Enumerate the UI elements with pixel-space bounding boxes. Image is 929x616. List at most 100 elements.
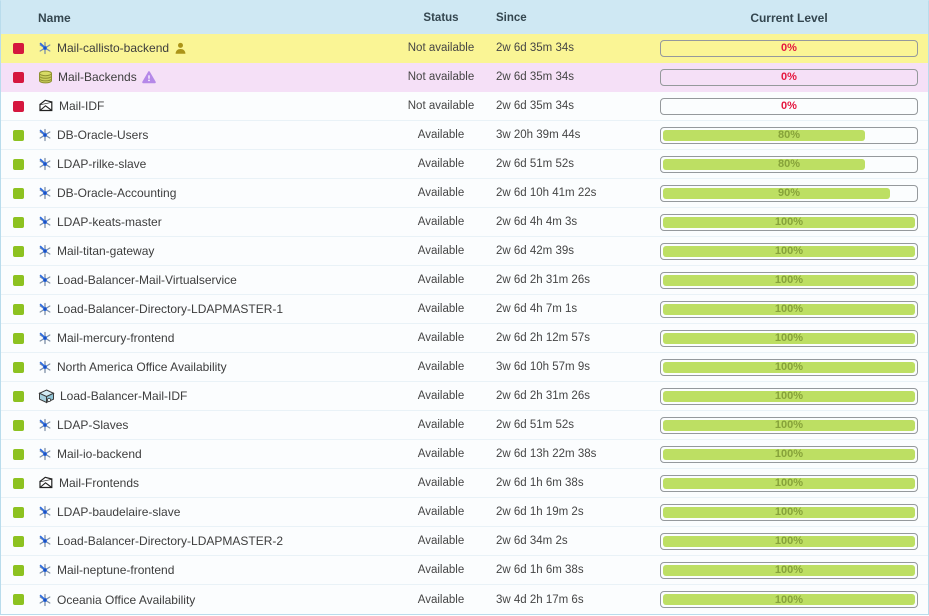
status-text: Not available (386, 100, 496, 112)
status-text: Available (386, 419, 496, 431)
since-text: 2w 6d 2h 12m 57s (496, 332, 656, 344)
current-level-bar: 100% (660, 562, 918, 579)
table-row[interactable]: Mail-io-backend Available 2w 6d 13h 22m … (1, 440, 928, 469)
service-name[interactable]: Oceania Office Availability (57, 593, 195, 607)
current-level-label: 100% (661, 244, 917, 259)
table-row[interactable]: LDAP-baudelaire-slave Available 2w 6d 1h… (1, 498, 928, 527)
current-level-bar: 100% (660, 504, 918, 521)
current-level-bar: 100% (660, 446, 918, 463)
envelope-icon (38, 476, 54, 490)
table-row[interactable]: Oceania Office Availability Available 3w… (1, 585, 928, 614)
since-text: 3w 20h 39m 44s (496, 129, 656, 141)
current-level-bar: 100% (660, 417, 918, 434)
current-level-bar: 100% (660, 591, 918, 608)
since-text: 2w 6d 13h 22m 38s (496, 448, 656, 460)
table-row[interactable]: North America Office Availability Availa… (1, 353, 928, 382)
service-name[interactable]: Mail-Backends (58, 70, 137, 84)
status-text: Available (386, 245, 496, 257)
current-level-label: 100% (661, 418, 917, 433)
since-text: 2w 6d 1h 6m 38s (496, 564, 656, 576)
table-row[interactable]: Mail-callisto-backend Not available 2w 6… (1, 34, 928, 63)
status-text: Available (386, 535, 496, 547)
status-indicator (13, 362, 24, 373)
status-text: Available (386, 129, 496, 141)
status-indicator (13, 565, 24, 576)
table-row[interactable]: Load-Balancer-Mail-IDF Available 2w 6d 2… (1, 382, 928, 411)
status-indicator (13, 246, 24, 257)
since-text: 2w 6d 2h 31m 26s (496, 274, 656, 286)
current-level-label: 100% (661, 273, 917, 288)
header-status[interactable]: Status (386, 12, 496, 24)
table-row[interactable]: DB-Oracle-Accounting Available 2w 6d 10h… (1, 179, 928, 208)
current-level-bar: 100% (660, 243, 918, 260)
status-text: Available (386, 332, 496, 344)
service-name[interactable]: DB-Oracle-Users (57, 128, 148, 142)
table-row[interactable]: Mail-titan-gateway Available 2w 6d 42m 3… (1, 237, 928, 266)
service-name[interactable]: Mail-neptune-frontend (57, 563, 174, 577)
since-text: 2w 6d 1h 6m 38s (496, 477, 656, 489)
table-row[interactable]: LDAP-rilke-slave Available 2w 6d 51m 52s… (1, 150, 928, 179)
since-text: 2w 6d 35m 34s (496, 100, 656, 112)
status-text: Not available (386, 42, 496, 54)
status-indicator (13, 449, 24, 460)
service-name[interactable]: LDAP-rilke-slave (57, 157, 146, 171)
cluster-icon (38, 593, 52, 607)
table-row[interactable]: LDAP-keats-master Available 2w 6d 4h 4m … (1, 208, 928, 237)
status-text: Not available (386, 71, 496, 83)
service-name[interactable]: North America Office Availability (57, 360, 227, 374)
service-name[interactable]: LDAP-Slaves (57, 418, 128, 432)
service-name[interactable]: Mail-io-backend (57, 447, 142, 461)
table-row[interactable]: Load-Balancer-Directory-LDAPMASTER-2 Ava… (1, 527, 928, 556)
service-name[interactable]: Mail-callisto-backend (57, 41, 169, 55)
table-row[interactable]: Load-Balancer-Directory-LDAPMASTER-1 Ava… (1, 295, 928, 324)
service-name[interactable]: Mail-mercury-frontend (57, 331, 174, 345)
service-name[interactable]: DB-Oracle-Accounting (57, 186, 176, 200)
service-name[interactable]: Mail-titan-gateway (57, 244, 154, 258)
current-level-bar: 100% (660, 475, 918, 492)
table-row[interactable]: Mail-neptune-frontend Available 2w 6d 1h… (1, 556, 928, 585)
current-level-bar: 0% (660, 69, 918, 86)
current-level-bar: 100% (660, 330, 918, 347)
since-text: 2w 6d 51m 52s (496, 419, 656, 431)
table-row[interactable]: DB-Oracle-Users Available 3w 20h 39m 44s… (1, 121, 928, 150)
since-text: 3w 6d 10h 57m 9s (496, 361, 656, 373)
cluster-icon (38, 360, 52, 374)
cluster-icon (38, 447, 52, 461)
current-level-label: 0% (661, 41, 917, 56)
status-text: Available (386, 390, 496, 402)
since-text: 3w 4d 2h 17m 6s (496, 594, 656, 606)
status-indicator (13, 304, 24, 315)
cluster-icon (38, 505, 52, 519)
since-text: 2w 6d 4h 4m 3s (496, 216, 656, 228)
service-name[interactable]: Load-Balancer-Mail-Virtualservice (57, 273, 237, 287)
status-indicator (13, 43, 24, 54)
table-row[interactable]: Load-Balancer-Mail-Virtualservice Availa… (1, 266, 928, 295)
status-text: Available (386, 477, 496, 489)
status-indicator (13, 478, 24, 489)
service-name[interactable]: LDAP-keats-master (57, 215, 162, 229)
current-level-label: 90% (661, 186, 917, 201)
availability-table: Name Status Since Current Level Mail-cal… (0, 0, 929, 615)
current-level-label: 100% (661, 215, 917, 230)
service-name[interactable]: Load-Balancer-Directory-LDAPMASTER-2 (57, 534, 283, 548)
table-row[interactable]: Mail-Backends Not available 2w 6d 35m 34… (1, 63, 928, 92)
header-name[interactable]: Name (35, 11, 386, 25)
service-name[interactable]: Load-Balancer-Directory-LDAPMASTER-1 (57, 302, 283, 316)
cluster-icon (38, 418, 52, 432)
service-name[interactable]: LDAP-baudelaire-slave (57, 505, 180, 519)
current-level-bar: 100% (660, 301, 918, 318)
current-level-bar: 100% (660, 359, 918, 376)
header-since[interactable]: Since (496, 12, 656, 24)
table-row[interactable]: Mail-mercury-frontend Available 2w 6d 2h… (1, 324, 928, 353)
table-row[interactable]: LDAP-Slaves Available 2w 6d 51m 52s 100% (1, 411, 928, 440)
status-indicator (13, 333, 24, 344)
table-row[interactable]: Mail-Frontends Available 2w 6d 1h 6m 38s… (1, 469, 928, 498)
status-text: Available (386, 564, 496, 576)
table-row[interactable]: Mail-IDF Not available 2w 6d 35m 34s 0% (1, 92, 928, 121)
service-name[interactable]: Mail-IDF (59, 99, 104, 113)
header-current-level[interactable]: Current Level (656, 11, 928, 25)
service-name[interactable]: Mail-Frontends (59, 476, 139, 490)
cluster-icon (38, 41, 52, 55)
service-name[interactable]: Load-Balancer-Mail-IDF (60, 389, 187, 403)
status-indicator (13, 536, 24, 547)
